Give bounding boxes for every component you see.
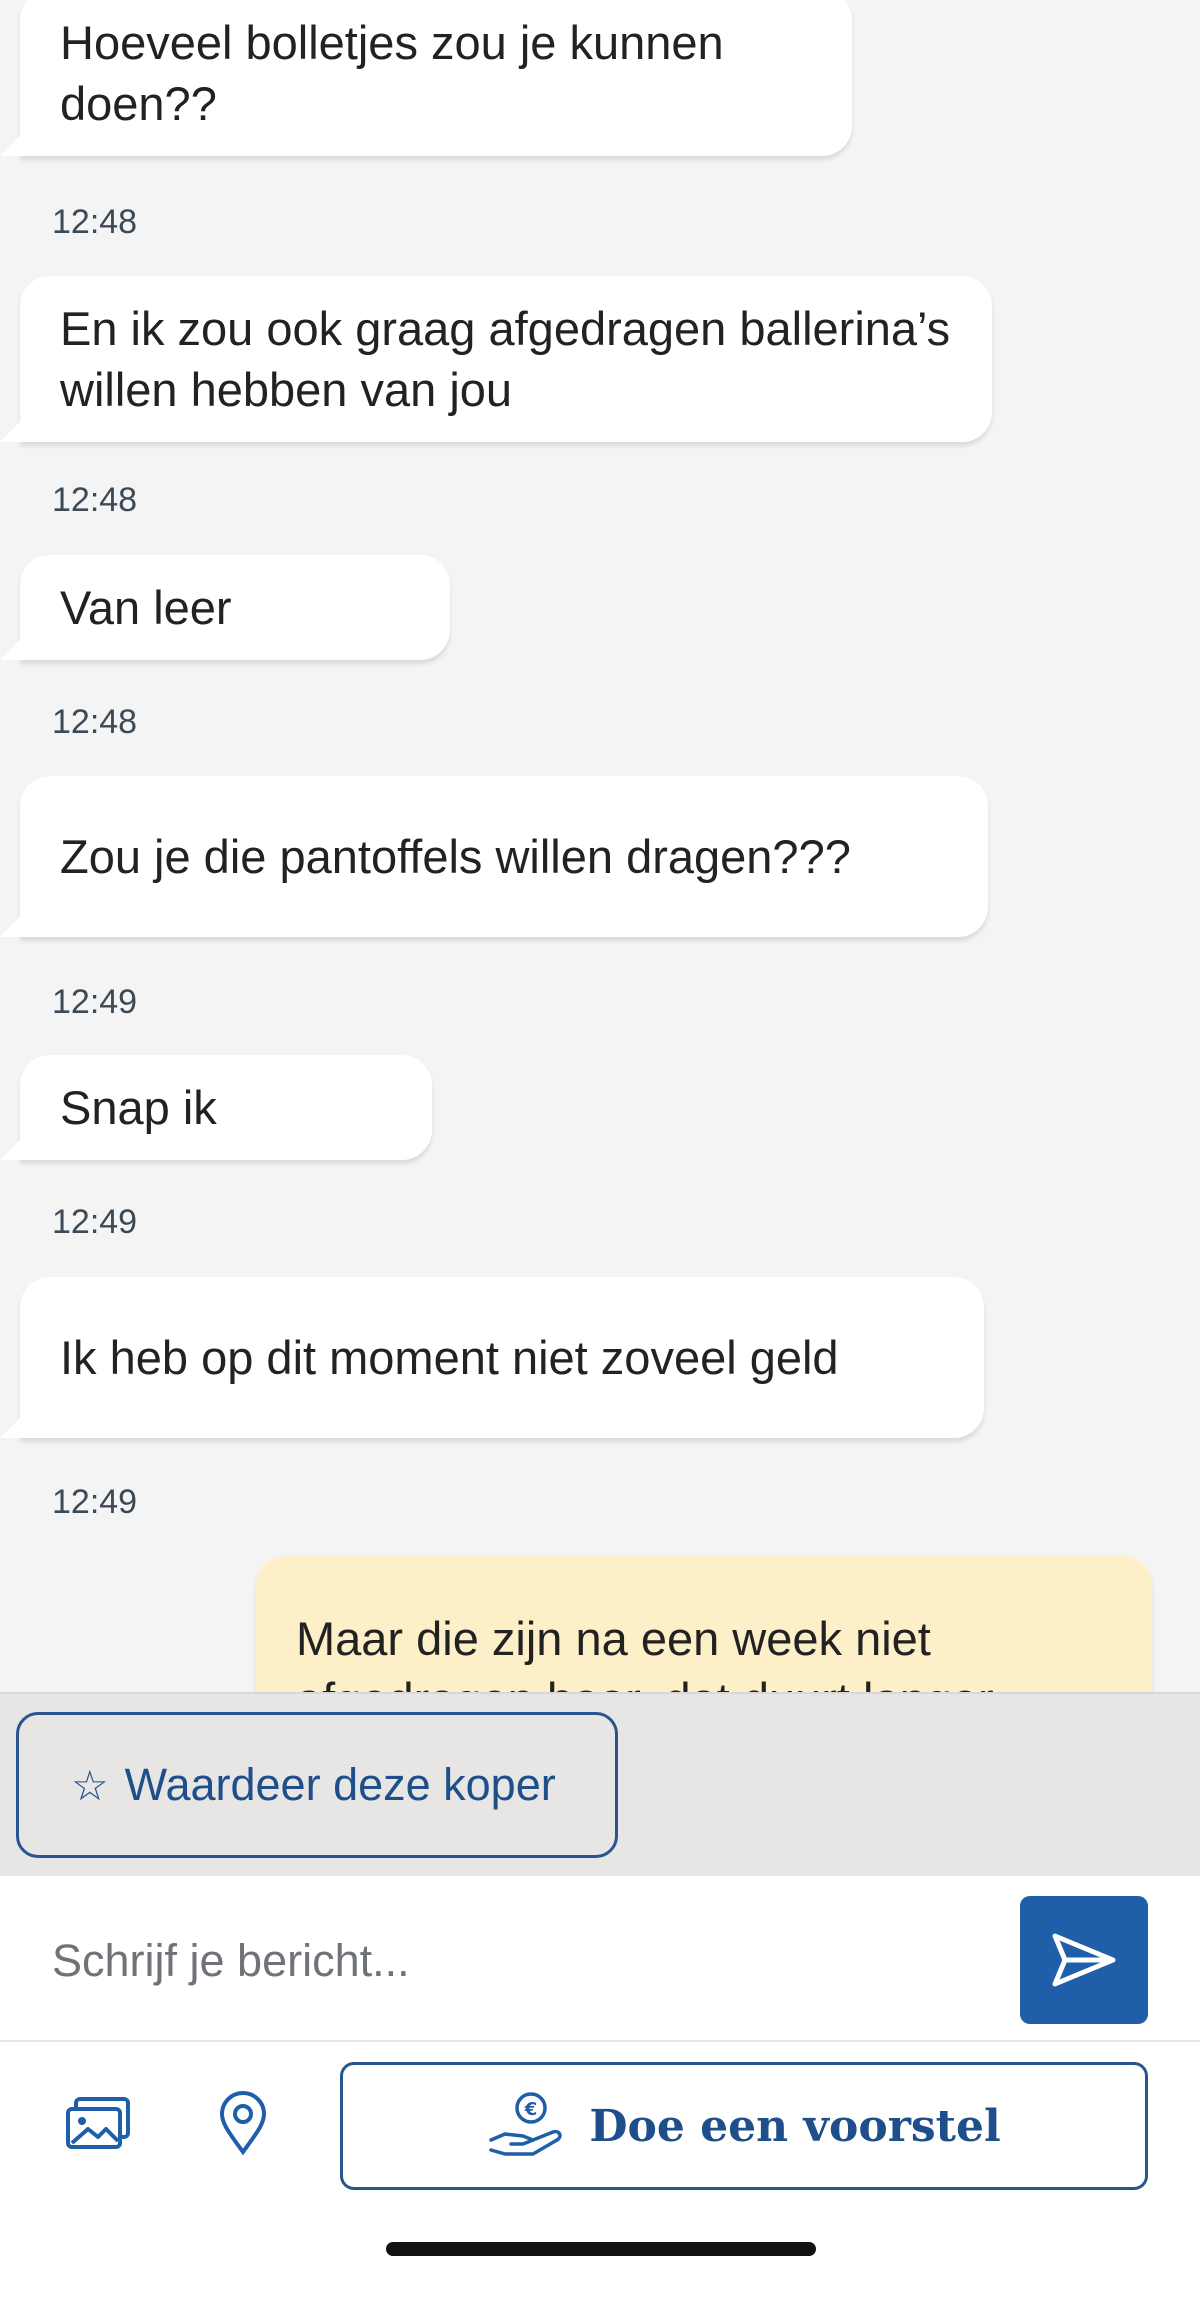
send-button[interactable] <box>1020 1896 1148 2024</box>
make-offer-button[interactable]: € Doe een voorstel <box>340 2062 1148 2190</box>
message-time: 12:49 <box>52 1483 138 1521</box>
message-input[interactable] <box>52 1926 952 1996</box>
message-text: Snap ik <box>60 1081 217 1134</box>
message-text: Zou je die pantoffels willen dragen??? <box>60 830 851 883</box>
message-time: 12:49 <box>52 1203 138 1241</box>
svg-text:€: € <box>524 2099 538 2120</box>
hand-euro-icon: € <box>489 2092 563 2156</box>
send-icon <box>1052 1933 1116 1987</box>
rate-buyer-label: Waardeer deze koper <box>124 1759 556 1810</box>
message-text: Ik heb op dit moment niet zoveel geld <box>60 1331 839 1384</box>
incoming-message: Zou je die pantoffels willen dragen??? <box>0 776 988 937</box>
home-area <box>0 2202 1200 2302</box>
message-text: Maar die zijn na een week niet afgedrage… <box>296 1612 994 1692</box>
incoming-message: Hoeveel bolletjes zou je kunnen doen?? <box>0 0 852 156</box>
rate-buyer-button[interactable]: ☆ Waardeer deze koper <box>16 1712 618 1858</box>
composer <box>0 1876 1200 2042</box>
rate-buyer-bar: ☆ Waardeer deze koper <box>0 1692 1200 1876</box>
make-offer-label: Doe een voorstel <box>589 2100 1001 2152</box>
incoming-message: Van leer <box>0 555 450 660</box>
incoming-message: Ik heb op dit moment niet zoveel geld <box>0 1277 984 1438</box>
message-text: Hoeveel bolletjes zou je kunnen doen?? <box>60 16 724 130</box>
message-list[interactable]: Hoeveel bolletjes zou je kunnen doen?? 1… <box>0 0 1200 1692</box>
star-outline-icon: ☆ <box>71 1761 109 1809</box>
incoming-message: Snap ik <box>0 1055 432 1160</box>
photo-icon[interactable] <box>62 2086 136 2160</box>
home-indicator[interactable] <box>386 2242 816 2256</box>
location-pin-icon[interactable] <box>206 2086 280 2160</box>
message-text: En ik zou ook graag afgedragen ballerina… <box>60 302 951 416</box>
outgoing-message: Maar die zijn na een week niet afgedrage… <box>256 1556 1152 1692</box>
message-time: 12:48 <box>52 703 138 741</box>
message-text: Van leer <box>60 581 232 634</box>
message-time: 12:48 <box>52 203 138 241</box>
incoming-message: En ik zou ook graag afgedragen ballerina… <box>0 276 992 442</box>
chat-screen: Hoeveel bolletjes zou je kunnen doen?? 1… <box>0 0 1200 2302</box>
actions-bar: € Doe een voorstel <box>0 2042 1200 2202</box>
message-time: 12:48 <box>52 481 138 519</box>
message-time: 12:49 <box>52 983 138 1021</box>
